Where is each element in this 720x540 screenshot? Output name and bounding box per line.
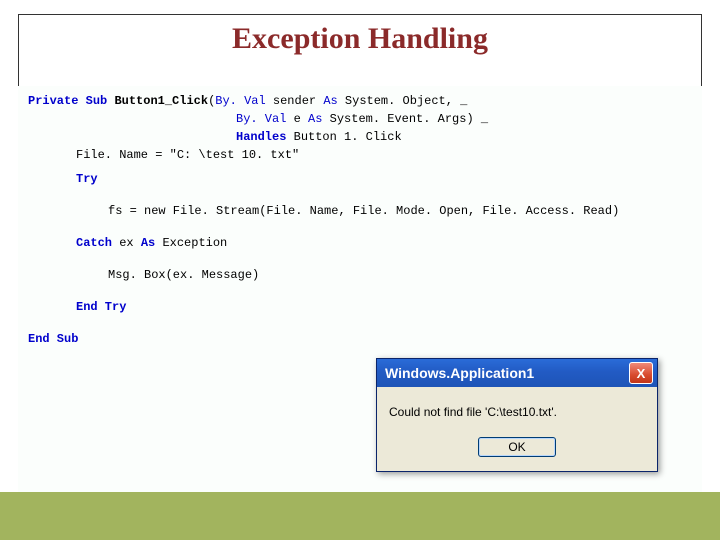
kw-handles: Handles [236, 130, 286, 144]
code-line-catch: Catch ex As Exception [28, 234, 692, 252]
code-line-sig1: Private Sub Button1_Click(By. Val sender… [28, 92, 692, 110]
messagebox-title: Windows.Application1 [385, 363, 534, 384]
param1-type: System. Object [345, 94, 446, 108]
code-line-assign: File. Name = "C: \test 10. txt" [28, 146, 692, 164]
code-line-endtry: End Try [28, 298, 692, 316]
code-block: Private Sub Button1_Click(By. Val sender… [18, 86, 702, 492]
param1-name: sender [273, 94, 316, 108]
messagebox-titlebar[interactable]: Windows.Application1 X [377, 359, 657, 387]
messagebox-text: Could not find file 'C:\test10.txt'. [389, 405, 557, 419]
kw-as-1: As [323, 94, 337, 108]
code-line-msgbox: Msg. Box(ex. Message) [28, 266, 692, 284]
kw-try: Try [76, 172, 98, 186]
kw-end-sub: End Sub [28, 332, 78, 346]
code-line-sig3: Handles Button 1. Click [28, 128, 692, 146]
kw-end-try: End Try [76, 300, 126, 314]
catch-var: ex [119, 236, 133, 250]
kw-private: Private [28, 94, 78, 108]
spacer [28, 220, 692, 234]
messagebox: Windows.Application1 X Could not find fi… [376, 358, 658, 472]
bottom-band [0, 492, 720, 540]
slide-title: Exception Handling [0, 22, 720, 56]
spacer [28, 188, 692, 202]
handles-target: Button 1. Click [294, 130, 402, 144]
close-button[interactable]: X [629, 362, 653, 384]
kw-as-2: As [308, 112, 322, 126]
kw-as-3: As [141, 236, 155, 250]
ok-button[interactable]: OK [478, 437, 556, 457]
slide: Exception Handling Private Sub Button1_C… [0, 0, 720, 540]
messagebox-buttons: OK [377, 429, 657, 471]
spacer [28, 284, 692, 298]
param2-type: System. Event. Args [330, 112, 467, 126]
spacer [28, 252, 692, 266]
code-line-fs: fs = new File. Stream(File. Name, File. … [28, 202, 692, 220]
param2-name: e [294, 112, 301, 126]
messagebox-body: Could not find file 'C:\test10.txt'. [377, 387, 657, 429]
kw-catch: Catch [76, 236, 112, 250]
code-line-try: Try [28, 170, 692, 188]
code-line-sig2: By. Val e As System. Event. Args) _ [28, 110, 692, 128]
close-icon: X [637, 367, 646, 380]
spacer [28, 316, 692, 330]
catch-type: Exception [162, 236, 227, 250]
kw-byval-2: By. Val [236, 112, 286, 126]
line-cont-2: _ [481, 112, 488, 126]
method-name: Button1_Click [114, 94, 208, 108]
kw-byval-1: By. Val [215, 94, 265, 108]
code-line-endsub: End Sub [28, 330, 692, 348]
kw-sub: Sub [86, 94, 108, 108]
line-cont-1: _ [460, 94, 467, 108]
